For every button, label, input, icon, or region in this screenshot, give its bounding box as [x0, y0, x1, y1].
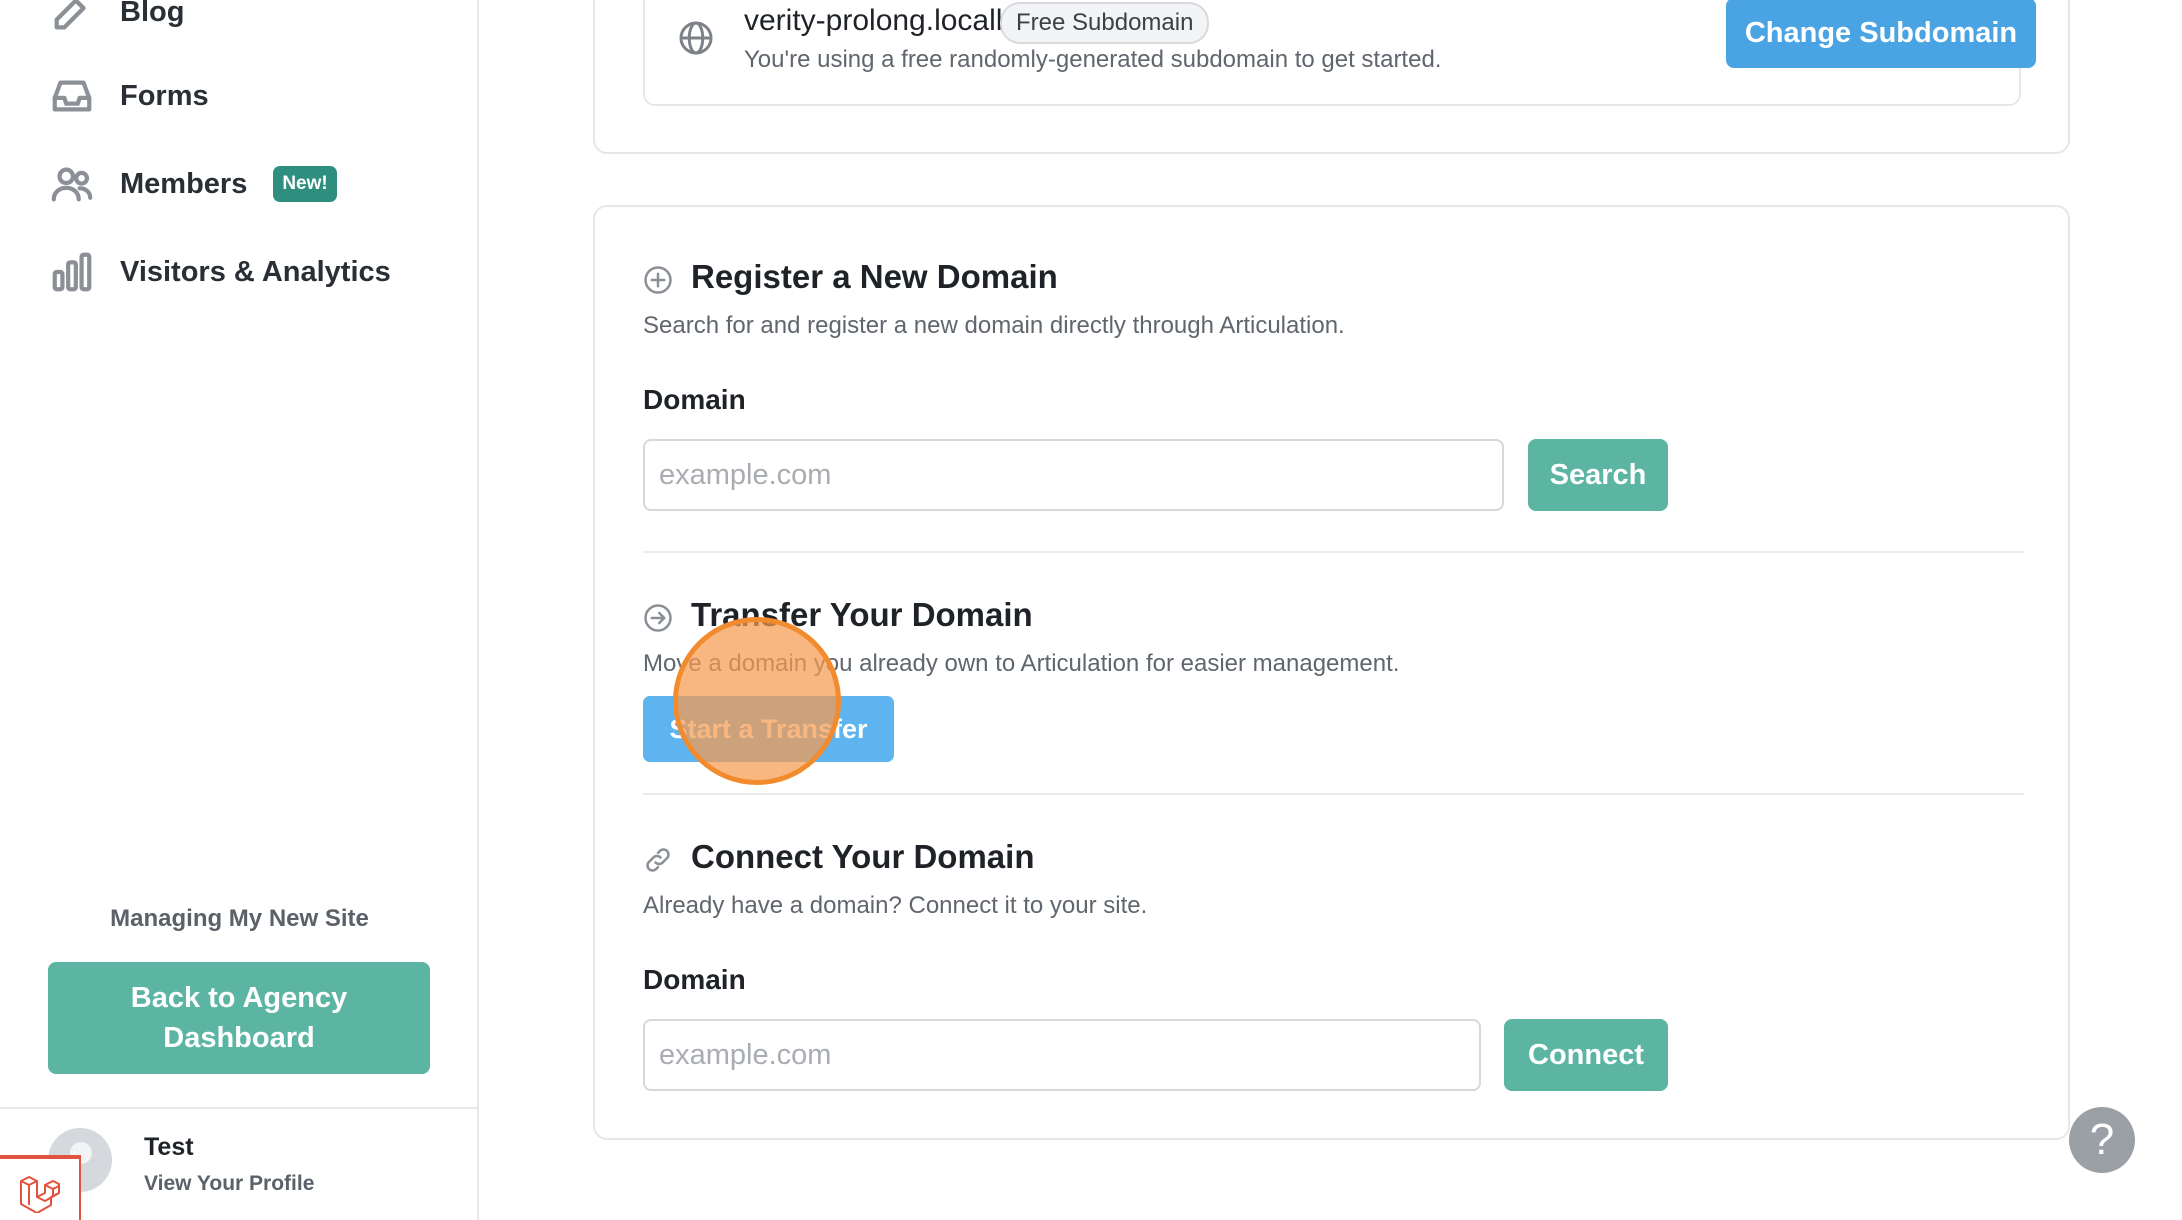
connect-domain-title: Connect Your Domain: [691, 838, 1035, 875]
inbox-icon: [48, 72, 96, 120]
sidebar-item-label: Blog: [120, 0, 185, 28]
transfer-domain-description: Move a domain you already own to Articul…: [643, 650, 1400, 677]
connect-domain-label: Domain: [643, 964, 746, 995]
search-button[interactable]: Search: [1528, 439, 1668, 511]
register-domain-description: Search for and register a new domain dir…: [643, 312, 1345, 339]
sidebar-item-visitors-analytics[interactable]: Visitors & Analytics: [48, 242, 391, 302]
managing-site-label: Managing My New Site: [110, 905, 369, 932]
back-to-agency-dashboard-button[interactable]: Back to Agency Dashboard: [48, 962, 430, 1074]
connect-domain-description: Already have a domain? Connect it to you…: [643, 892, 1148, 919]
arrow-right-circle-icon: [643, 603, 673, 633]
register-domain-input[interactable]: [643, 439, 1504, 511]
domain-options-card: Register a New Domain Search for and reg…: [593, 205, 2070, 1140]
view-profile-link[interactable]: View Your Profile: [144, 1172, 314, 1196]
bar-chart-icon: [48, 248, 96, 296]
register-domain-title: Register a New Domain: [691, 258, 1058, 295]
sidebar-item-label: Members: [120, 167, 248, 200]
change-subdomain-button[interactable]: Change Subdomain: [1726, 0, 2036, 68]
laravel-debug-tab[interactable]: [0, 1155, 81, 1220]
sidebar-item-blog[interactable]: Blog: [48, 0, 184, 42]
help-button[interactable]: ?: [2069, 1107, 2135, 1173]
transfer-domain-title: Transfer Your Domain: [691, 596, 1033, 633]
laravel-logo-icon: [20, 1176, 60, 1213]
link-icon: [643, 845, 673, 875]
divider: [643, 551, 2024, 553]
register-domain-label: Domain: [643, 384, 746, 415]
divider: [0, 1107, 479, 1109]
sidebar-item-label: Forms: [120, 79, 209, 112]
connect-domain-input[interactable]: [643, 1019, 1481, 1091]
plus-circle-icon: [643, 265, 673, 295]
new-badge: New!: [273, 166, 337, 202]
sidebar-item-label: Visitors & Analytics: [120, 255, 391, 288]
divider: [643, 793, 2024, 795]
connect-button[interactable]: Connect: [1504, 1019, 1668, 1091]
sidebar-item-members[interactable]: Members New!: [48, 154, 337, 214]
free-subdomain-badge: Free Subdomain: [1000, 2, 1210, 44]
subdomain-card: verity-prolong.localhost Free Subdomain …: [593, 0, 2070, 154]
sidebar-item-forms[interactable]: Forms: [48, 66, 209, 126]
subdomain-description: You're using a free randomly-generated s…: [744, 46, 1442, 73]
pencil-square-icon: [48, 0, 96, 36]
users-icon: [48, 160, 96, 208]
sidebar: Blog Forms Members New! Visitors & Analy…: [0, 0, 479, 1220]
start-transfer-button[interactable]: Start a Transfer: [643, 696, 894, 762]
globe-icon: [678, 20, 714, 56]
profile-name: Test: [144, 1133, 194, 1161]
current-subdomain-box: verity-prolong.localhost Free Subdomain …: [643, 0, 2036, 106]
